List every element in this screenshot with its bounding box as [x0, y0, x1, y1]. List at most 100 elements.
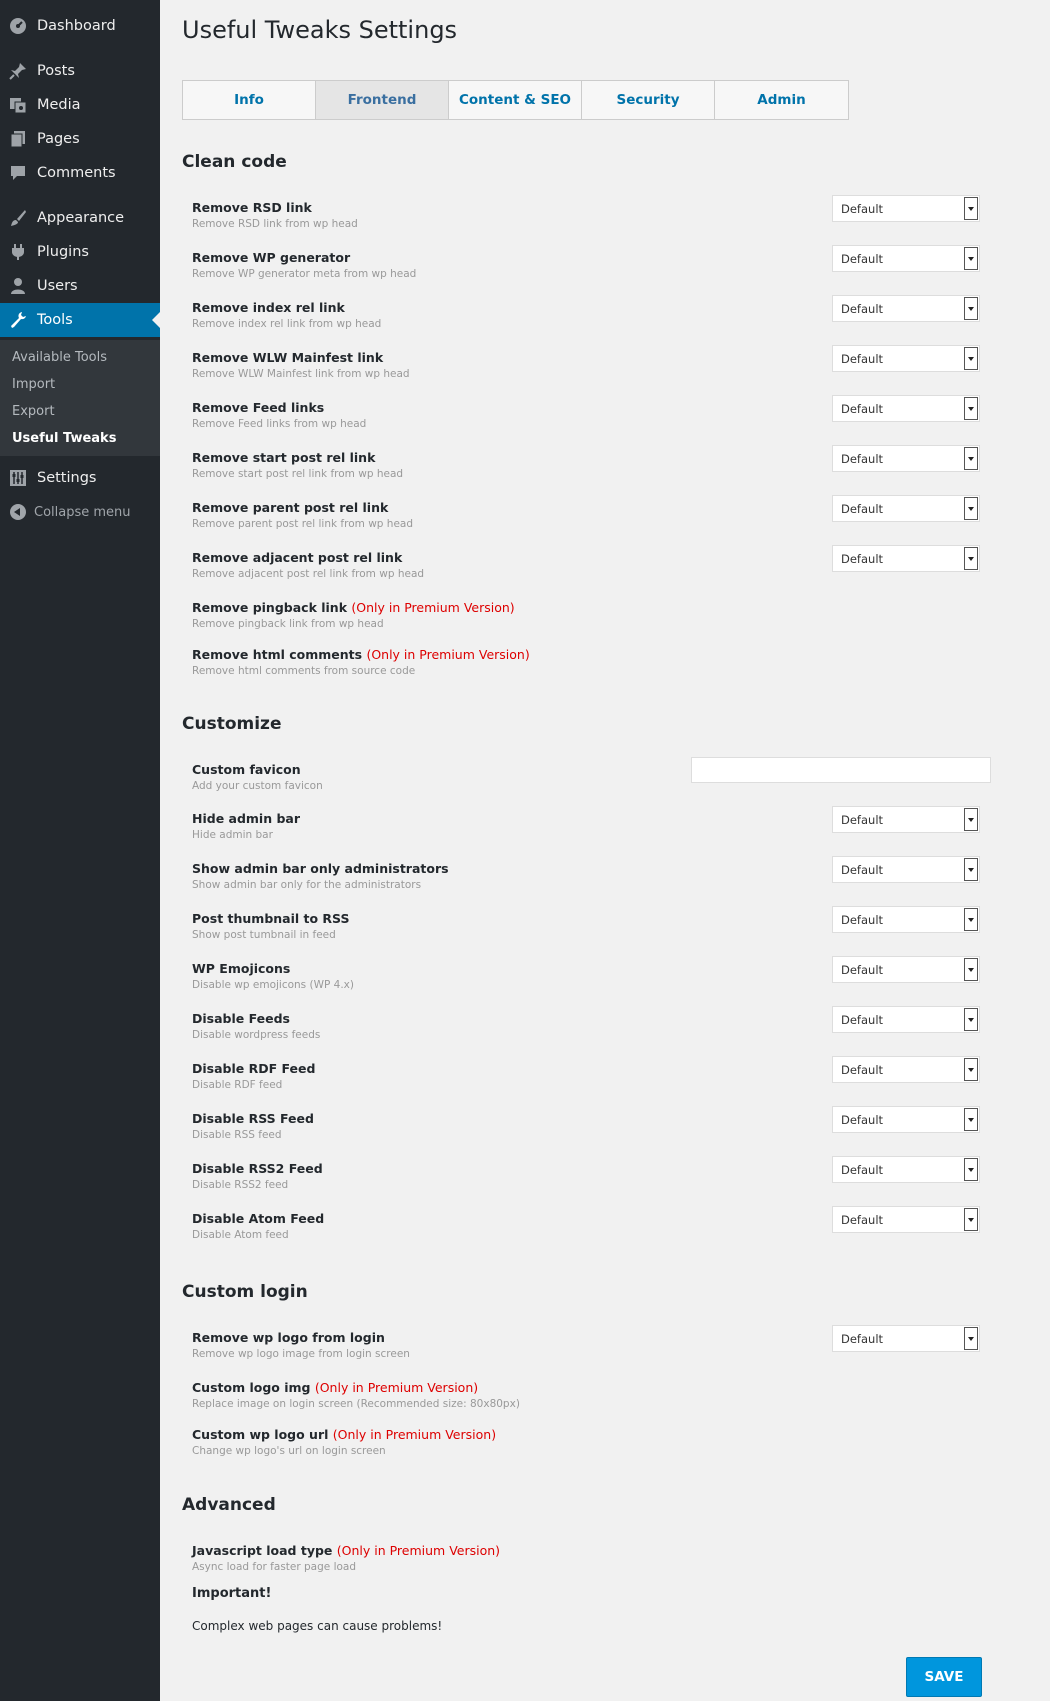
setting-select[interactable]: Default [832, 445, 980, 472]
setting-select[interactable]: Default [832, 545, 980, 572]
setting-select[interactable]: Default [832, 345, 980, 372]
chevron-down-icon [964, 858, 978, 881]
select-value: Default [841, 1162, 884, 1177]
setting-description: Remove html comments from source code [192, 665, 416, 677]
select-value: Default [841, 501, 884, 516]
setting-description: Async load for faster page load [192, 1561, 357, 1573]
setting-select[interactable]: Default [832, 395, 980, 422]
dashboard-icon [8, 16, 28, 36]
setting-select[interactable]: Default [832, 195, 980, 222]
setting-row: Disable Feeds Disable wordpress feeds De… [192, 1006, 992, 1051]
setting-select[interactable]: Default [832, 1156, 980, 1183]
setting-select[interactable]: Default [832, 1206, 980, 1233]
setting-row: Remove adjacent post rel link Remove adj… [192, 545, 992, 590]
setting-row: Disable RSS Feed Disable RSS feed Defaul… [192, 1106, 992, 1151]
setting-select[interactable]: Default [832, 806, 980, 833]
settings-tabs: Info Frontend Content & SEO Security Adm… [182, 80, 849, 120]
sidebar-item-media[interactable]: Media [0, 88, 160, 122]
chevron-down-icon [964, 1208, 978, 1231]
sidebar-item-settings[interactable]: Settings [0, 461, 160, 495]
setting-label: Custom wp logo url (Only in Premium Vers… [192, 1427, 992, 1442]
chevron-down-icon [964, 397, 978, 420]
sidebar-item-users[interactable]: Users [0, 269, 160, 303]
tab-content-seo[interactable]: Content & SEO [449, 81, 582, 119]
chevron-down-icon [964, 297, 978, 320]
setting-select[interactable]: Default [832, 906, 980, 933]
setting-select[interactable]: Default [832, 856, 980, 883]
chevron-down-icon [964, 1327, 978, 1350]
setting-row: Remove WLW Mainfest link Remove WLW Main… [192, 345, 992, 390]
setting-row: Remove WP generator Remove WP generator … [192, 245, 992, 290]
tab-frontend[interactable]: Frontend [316, 81, 449, 119]
chevron-down-icon [964, 547, 978, 570]
sidebar-item-label: Media [37, 97, 81, 113]
plugin-icon [8, 242, 28, 262]
setting-select[interactable]: Default [832, 1056, 980, 1083]
chevron-down-icon [964, 1108, 978, 1131]
submenu-item-useful-tweaks[interactable]: Useful Tweaks [12, 431, 116, 446]
setting-select[interactable]: Default [832, 295, 980, 322]
sidebar-item-dashboard[interactable]: Dashboard [0, 9, 160, 43]
chevron-down-icon [964, 1008, 978, 1031]
setting-row: Post thumbnail to RSS Show post tumbnail… [192, 906, 992, 951]
submenu-item-import[interactable]: Import [12, 377, 55, 392]
pages-icon [8, 129, 28, 149]
custom-favicon-input[interactable] [691, 757, 991, 783]
submenu-item-export[interactable]: Export [12, 404, 55, 419]
sidebar-item-plugins[interactable]: Plugins [0, 235, 160, 269]
setting-label-text: Remove pingback link [192, 600, 348, 615]
section-title-custom-login: Custom login [182, 1282, 308, 1302]
select-value: Default [841, 251, 884, 266]
chevron-down-icon [964, 197, 978, 220]
setting-row-premium: Custom wp logo url (Only in Premium Vers… [192, 1427, 992, 1467]
sidebar-item-label: Pages [37, 131, 80, 147]
setting-label: Javascript load type (Only in Premium Ve… [192, 1543, 992, 1558]
setting-select[interactable]: Default [832, 1325, 980, 1352]
select-value: Default [841, 912, 884, 927]
setting-select[interactable]: Default [832, 495, 980, 522]
sidebar-item-tools[interactable]: Tools [0, 303, 160, 337]
select-value: Default [841, 862, 884, 877]
select-value: Default [841, 1112, 884, 1127]
sidebar-item-label: Settings [37, 470, 97, 486]
sidebar-item-label: Users [37, 278, 78, 294]
chevron-down-icon [964, 1158, 978, 1181]
setting-row: Show admin bar only administrators Show … [192, 856, 992, 901]
sidebar-item-comments[interactable]: Comments [0, 156, 160, 190]
select-value: Default [841, 1212, 884, 1227]
setting-row-premium: Remove html comments (Only in Premium Ve… [192, 647, 992, 687]
submenu-item-available-tools[interactable]: Available Tools [12, 350, 107, 365]
sidebar-item-label: Tools [37, 312, 73, 328]
setting-select[interactable]: Default [832, 956, 980, 983]
sidebar-item-label: Comments [37, 165, 116, 181]
collapse-menu-button[interactable]: Collapse menu [0, 501, 160, 523]
setting-row-premium: Javascript load type (Only in Premium Ve… [192, 1543, 992, 1583]
setting-description: Change wp logo's url on login screen [192, 1445, 386, 1457]
tab-info[interactable]: Info [183, 81, 316, 119]
sidebar-item-label: Posts [37, 63, 75, 79]
select-value: Default [841, 1062, 884, 1077]
setting-select[interactable]: Default [832, 1106, 980, 1133]
chevron-down-icon [964, 347, 978, 370]
sidebar-item-posts[interactable]: Posts [0, 54, 160, 88]
premium-note: (Only in Premium Version) [366, 647, 530, 662]
premium-note: (Only in Premium Version) [336, 1543, 501, 1558]
sidebar-item-pages[interactable]: Pages [0, 122, 160, 156]
sidebar-item-appearance[interactable]: Appearance [0, 201, 160, 235]
setting-row: Disable Atom Feed Disable Atom feed Defa… [192, 1206, 992, 1251]
collapse-arrow-icon [10, 504, 26, 520]
setting-row: Remove start post rel link Remove start … [192, 445, 992, 490]
setting-select[interactable]: Default [832, 245, 980, 272]
setting-label: Remove pingback link (Only in Premium Ve… [192, 600, 992, 615]
setting-select[interactable]: Default [832, 1006, 980, 1033]
admin-sidebar: Dashboard Posts Media Pages Comments App… [0, 0, 160, 1701]
tab-admin[interactable]: Admin [715, 81, 848, 119]
tab-security[interactable]: Security [582, 81, 715, 119]
sidebar-item-label: Dashboard [37, 18, 116, 34]
setting-row: Remove parent post rel link Remove paren… [192, 495, 992, 540]
setting-row: Custom favicon Add your custom favicon [192, 757, 992, 802]
setting-row: WP Emojicons Disable wp emojicons (WP 4.… [192, 956, 992, 1001]
chevron-down-icon [964, 1058, 978, 1081]
wrench-icon [8, 310, 28, 330]
save-button[interactable]: SAVE [906, 1657, 982, 1697]
